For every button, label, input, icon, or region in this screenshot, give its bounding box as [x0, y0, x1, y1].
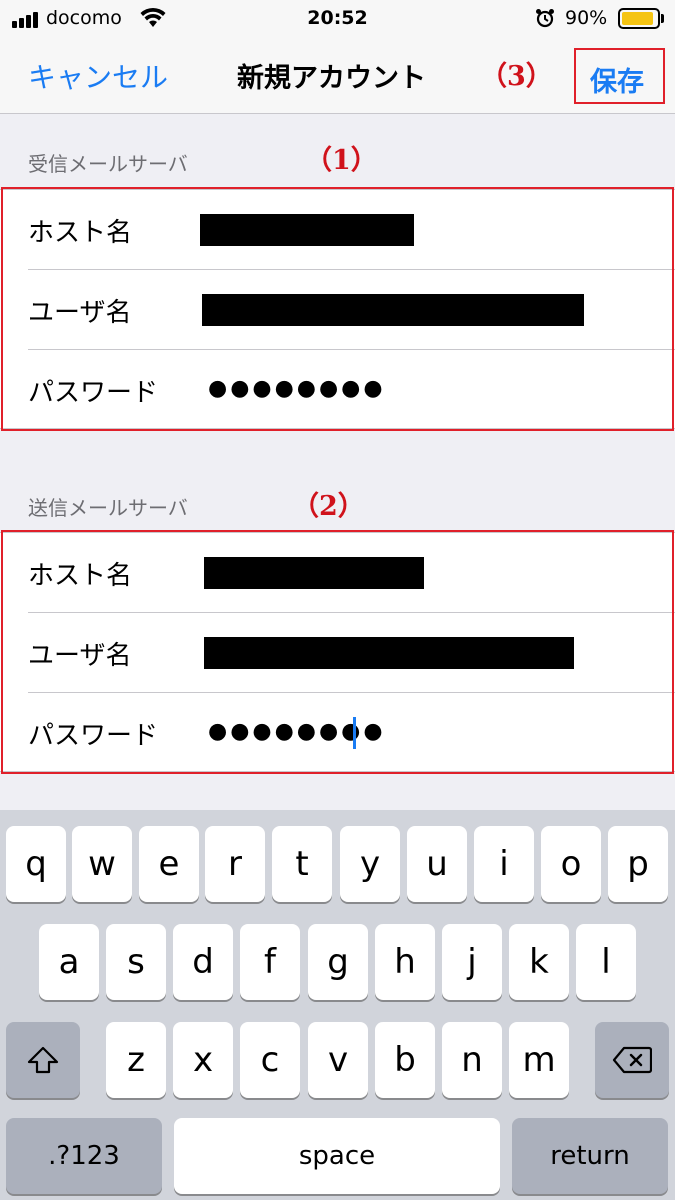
key-m[interactable]: m	[509, 1022, 569, 1098]
annotation-2: （2）	[292, 491, 365, 522]
cancel-button[interactable]: キャンセル	[28, 56, 168, 96]
key-n[interactable]: n	[442, 1022, 502, 1098]
incoming-password-row[interactable]: パスワード ●●●●●●●●	[0, 350, 675, 430]
key-r[interactable]: r	[205, 826, 265, 902]
shift-key[interactable]	[6, 1022, 80, 1098]
incoming-host-field-redacted[interactable]	[200, 214, 414, 246]
space-key[interactable]: space	[174, 1118, 500, 1194]
key-i[interactable]: i	[474, 826, 534, 902]
page-title: 新規アカウント	[237, 63, 426, 94]
outgoing-user-row[interactable]: ユーザ名	[0, 613, 675, 693]
key-y[interactable]: y	[340, 826, 400, 902]
key-s[interactable]: s	[106, 924, 166, 1000]
key-b[interactable]: b	[375, 1022, 435, 1098]
key-a[interactable]: a	[39, 924, 99, 1000]
battery-icon	[618, 8, 660, 29]
key-l[interactable]: l	[576, 924, 636, 1000]
outgoing-password-label: パスワード	[28, 721, 159, 751]
battery-tip	[661, 14, 664, 23]
key-x[interactable]: x	[173, 1022, 233, 1098]
outgoing-user-field-redacted[interactable]	[204, 637, 574, 669]
key-p[interactable]: p	[608, 826, 668, 902]
save-button-highlight: 保存	[574, 48, 665, 104]
key-g[interactable]: g	[308, 924, 368, 1000]
outgoing-host-row[interactable]: ホスト名	[0, 533, 675, 613]
outgoing-server-group: ホスト名 ユーザ名 パスワード ●●●●●●●●	[0, 532, 675, 772]
key-t[interactable]: t	[272, 826, 332, 902]
key-z[interactable]: z	[106, 1022, 166, 1098]
numbers-key[interactable]: .?123	[6, 1118, 162, 1194]
outgoing-host-label: ホスト名	[28, 561, 133, 591]
outgoing-password-field[interactable]: ●●●●●●●●	[208, 719, 386, 744]
key-c[interactable]: c	[240, 1022, 300, 1098]
key-q[interactable]: q	[6, 826, 66, 902]
incoming-user-label: ユーザ名	[28, 298, 132, 328]
incoming-host-row[interactable]: ホスト名	[0, 190, 675, 270]
key-f[interactable]: f	[240, 924, 300, 1000]
shift-icon	[27, 1046, 59, 1074]
incoming-section-header: 受信メールサーバ	[28, 152, 188, 176]
outgoing-user-label: ユーザ名	[28, 641, 132, 671]
text-cursor	[353, 717, 356, 749]
keyboard: q w e r t y u i o p a s d f g h j k l z …	[0, 810, 675, 1200]
incoming-password-field[interactable]: ●●●●●●●●	[208, 376, 386, 401]
outgoing-password-row[interactable]: パスワード ●●●●●●●●	[0, 693, 675, 773]
return-key[interactable]: return	[512, 1118, 668, 1194]
key-j[interactable]: j	[442, 924, 502, 1000]
incoming-host-label: ホスト名	[28, 218, 133, 248]
alarm-icon	[536, 9, 554, 28]
key-d[interactable]: d	[173, 924, 233, 1000]
incoming-user-row[interactable]: ユーザ名	[0, 270, 675, 350]
key-v[interactable]: v	[308, 1022, 368, 1098]
key-e[interactable]: e	[139, 826, 199, 902]
outgoing-section-header: 送信メールサーバ	[28, 496, 188, 520]
key-h[interactable]: h	[375, 924, 435, 1000]
save-button[interactable]: 保存	[590, 60, 644, 99]
incoming-server-group: ホスト名 ユーザ名 パスワード ●●●●●●●●	[0, 189, 675, 429]
nav-bar: キャンセル 新規アカウント （3） 保存	[0, 38, 675, 114]
outgoing-host-field-redacted[interactable]	[204, 557, 424, 589]
key-o[interactable]: o	[541, 826, 601, 902]
incoming-password-label: パスワード	[28, 378, 159, 408]
battery-level	[622, 12, 653, 25]
key-k[interactable]: k	[509, 924, 569, 1000]
annotation-1: （1）	[305, 145, 378, 176]
incoming-user-field-redacted[interactable]	[202, 294, 584, 326]
annotation-3: （3）	[480, 61, 553, 92]
backspace-icon	[612, 1046, 652, 1074]
delete-key[interactable]	[595, 1022, 669, 1098]
battery-percent: 90%	[565, 7, 608, 29]
key-w[interactable]: w	[72, 826, 132, 902]
key-u[interactable]: u	[407, 826, 467, 902]
status-bar: docomo 20:52 90%	[0, 0, 675, 38]
